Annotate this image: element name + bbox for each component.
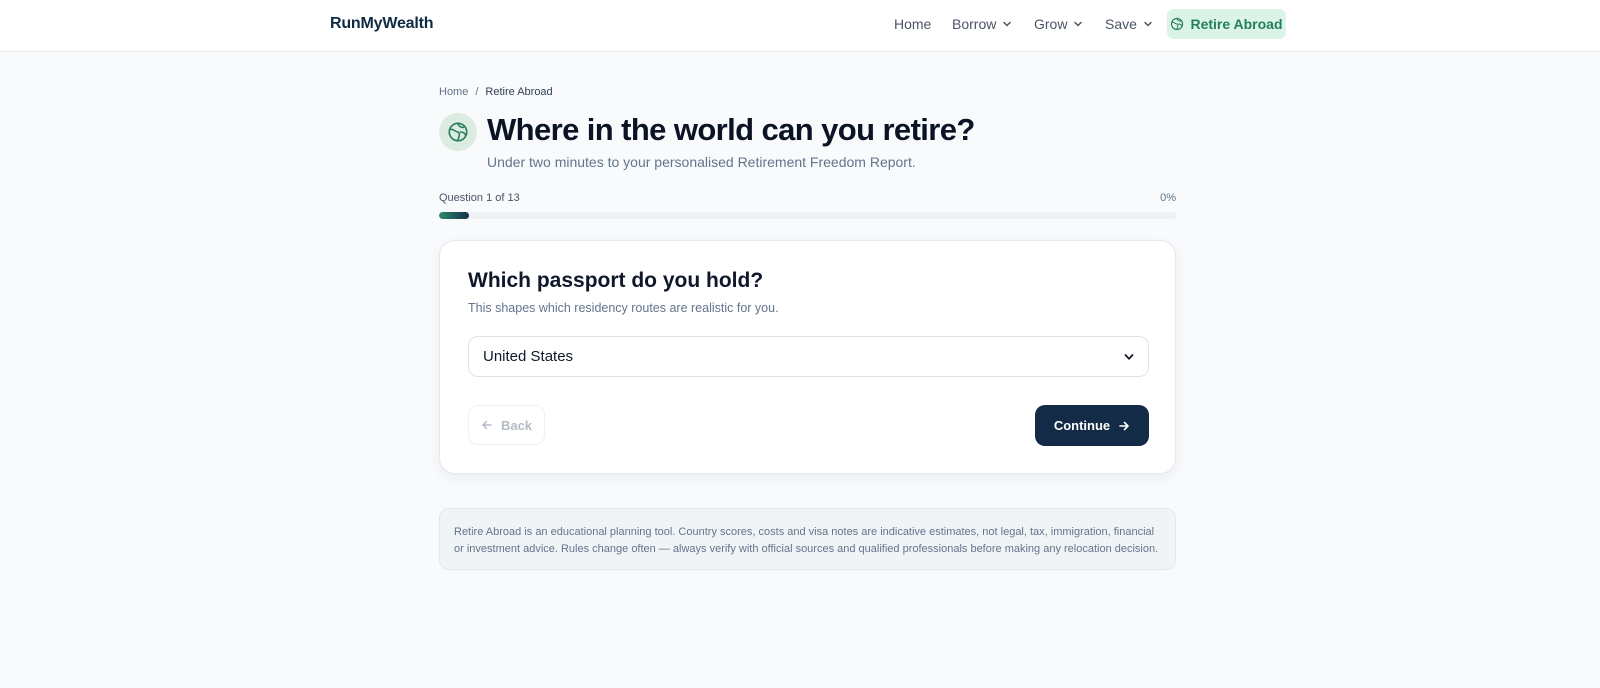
arrow-right-icon <box>1119 421 1129 430</box>
question-hint: This shapes which residency routes are r… <box>468 301 779 315</box>
progress-bar-fill <box>439 212 469 219</box>
nav-save-label: Save <box>1105 16 1137 32</box>
disclaimer-note: Retire Abroad is an educational planning… <box>439 508 1176 570</box>
continue-button[interactable]: Continue <box>1035 405 1149 446</box>
nav-grow-label: Grow <box>1034 16 1068 32</box>
retire-abroad-nav-button[interactable]: Retire Abroad <box>1167 9 1286 39</box>
passport-select[interactable]: United States <box>468 336 1149 377</box>
chevron-down-icon <box>1144 21 1152 27</box>
progress-bar <box>439 212 1176 219</box>
arrow-left-icon <box>482 420 492 430</box>
passport-select-value: United States <box>483 348 574 365</box>
nav-home-link[interactable]: Home <box>894 16 931 32</box>
continue-button-label: Continue <box>1053 418 1111 433</box>
back-button[interactable]: Back <box>468 405 545 445</box>
breadcrumb-home-link[interactable]: Home <box>439 86 468 98</box>
page-subtitle: Under two minutes to your personalised R… <box>487 154 916 170</box>
globe-icon <box>1171 17 1184 31</box>
nav-borrow-menu[interactable]: Borrow <box>952 16 1012 32</box>
nav-home-label: Home <box>894 16 932 32</box>
top-navigation-bar: RunMyWealth Home Borrow Grow Save Retire… <box>0 0 1600 52</box>
breadcrumb-separator: / <box>475 86 479 98</box>
nav-save-menu[interactable]: Save <box>1105 16 1153 32</box>
brand-logo[interactable]: RunMyWealth <box>330 15 433 33</box>
nav-grow-menu[interactable]: Grow <box>1034 16 1083 32</box>
hero-globe-badge <box>439 113 477 151</box>
nav-borrow-label: Borrow <box>952 16 997 32</box>
retire-abroad-nav-label: Retire Abroad <box>1190 16 1283 32</box>
question-card: Which passport do you hold? This shapes … <box>439 240 1176 474</box>
globe-icon <box>448 122 468 142</box>
back-button-label: Back <box>500 417 533 433</box>
progress-percent: 0% <box>1160 192 1176 204</box>
chevron-down-icon <box>1124 353 1134 360</box>
breadcrumb-current: Retire Abroad <box>485 86 553 98</box>
chevron-down-icon <box>1074 21 1083 27</box>
question-counter: Question 1 of 13 <box>439 192 520 204</box>
question-title: Which passport do you hold? <box>468 269 764 292</box>
page-title: Where in the world can you retire? <box>487 112 975 147</box>
breadcrumb: Home / Retire Abroad <box>439 86 553 98</box>
chevron-down-icon <box>1003 21 1012 27</box>
